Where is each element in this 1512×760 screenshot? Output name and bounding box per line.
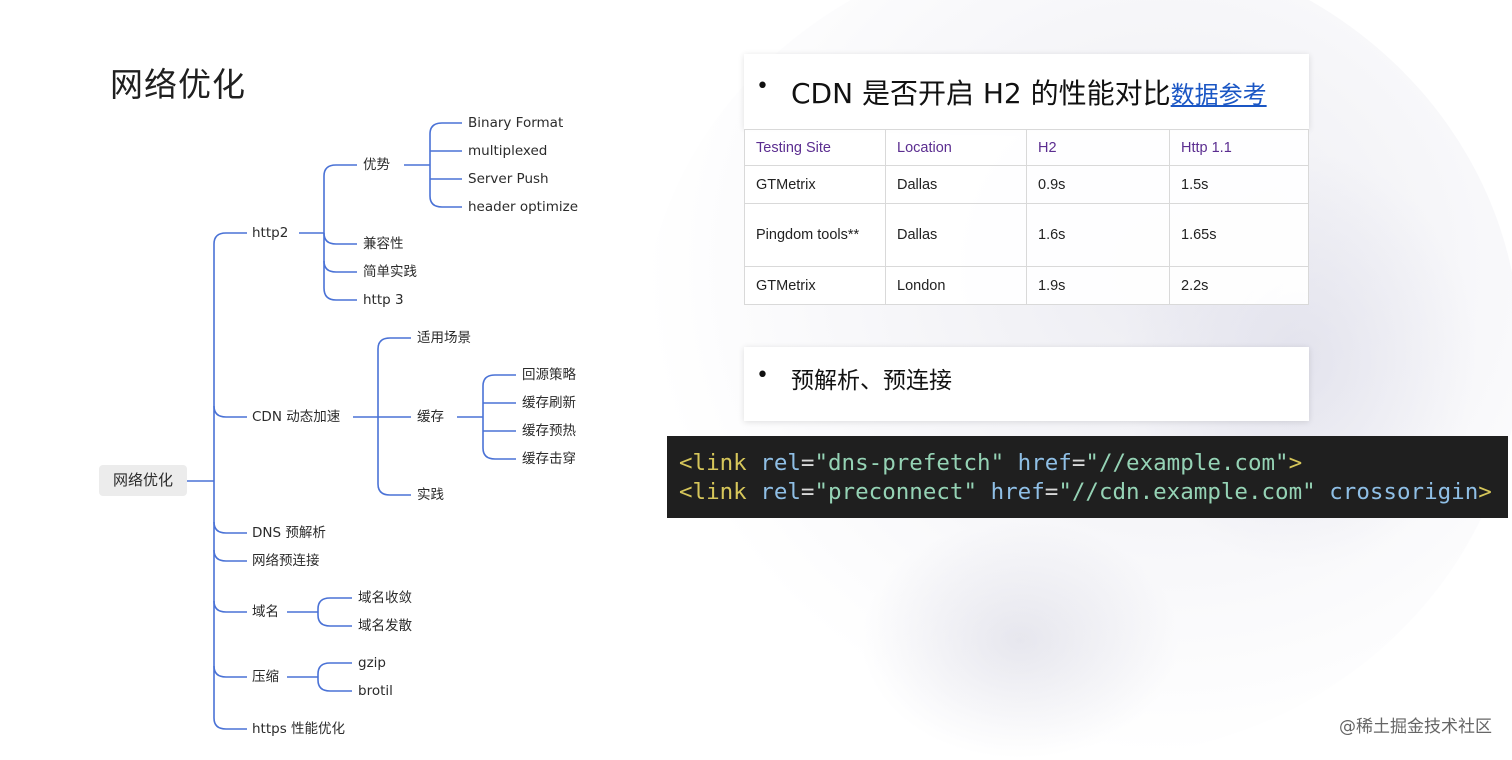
table-cell: GTMetrix — [744, 165, 886, 204]
mindmap-leaf: 兼容性 — [363, 236, 404, 252]
code-token: crossorigin — [1329, 479, 1479, 505]
table-header-cell: Http 1.1 — [1169, 129, 1309, 166]
mindmap-lines — [187, 122, 516, 730]
code-token: "preconnect" — [814, 479, 978, 505]
table-cell: 2.2s — [1169, 266, 1309, 305]
mindmap-node-domain: 域名 — [252, 604, 279, 620]
mindmap-node-cdn: CDN 动态加速 — [252, 409, 341, 425]
mindmap-node-preconnect: 网络预连接 — [252, 553, 320, 569]
code-token: > — [1478, 479, 1492, 505]
code-token: = — [1044, 479, 1059, 505]
table-header-cell: Testing Site — [744, 129, 886, 166]
table-cell: 1.5s — [1169, 165, 1309, 204]
table-cell: Dallas — [885, 165, 1027, 204]
mindmap-leaf: 缓存击穿 — [522, 451, 576, 467]
mindmap-leaf: 域名收敛 — [358, 590, 412, 606]
mindmap-leaf: 缓存预热 — [522, 423, 576, 439]
mindmap-node-http2: http2 — [252, 225, 289, 241]
mindmap-leaf: gzip — [358, 655, 386, 671]
background-decoration — [860, 520, 1180, 760]
table-row: GTMetrix Dallas 0.9s 1.5s — [744, 165, 1309, 204]
code-token: = — [1071, 450, 1086, 476]
mindmap-node-cache: 缓存 — [417, 409, 444, 425]
table-header-row: Testing Site Location H2 Http 1.1 — [744, 129, 1309, 166]
mindmap-leaf: 回源策略 — [522, 367, 576, 383]
mindmap-node-https: https 性能优化 — [252, 721, 346, 737]
mindmap-node-advantage: 优势 — [363, 157, 390, 173]
mindmap-leaf: Server Push — [468, 171, 549, 187]
mindmap-leaf: brotil — [358, 683, 393, 699]
mindmap-node-dns: DNS 预解析 — [252, 525, 326, 541]
mindmap-root: 网络优化 — [99, 465, 187, 496]
code-token: > — [1288, 450, 1303, 476]
table-cell: Dallas — [885, 203, 1027, 267]
table-row: Pingdom tools** Dallas 1.6s 1.65s — [744, 203, 1309, 267]
table-cell: 1.6s — [1026, 203, 1170, 267]
code-line: <link rel="preconnect" href="//cdn.examp… — [679, 478, 1508, 507]
code-token: href — [1017, 450, 1072, 476]
bullet-icon: • — [756, 363, 769, 388]
code-token: "dns-prefetch" — [814, 450, 1005, 476]
bullet-icon: • — [756, 74, 769, 99]
table-cell: GTMetrix — [744, 266, 886, 305]
table-header-cell: H2 — [1026, 129, 1170, 166]
mindmap-leaf: header optimize — [468, 199, 579, 215]
table-row: GTMetrix London 1.9s 2.2s — [744, 266, 1309, 305]
code-token: href — [990, 479, 1045, 505]
cdn-compare-heading-text: CDN 是否开启 H2 的性能对比 — [791, 77, 1171, 110]
table-cell: Pingdom tools** — [744, 203, 886, 267]
prefetch-card: • 预解析、预连接 — [744, 347, 1309, 421]
mindmap-leaf: 简单实践 — [363, 264, 417, 280]
prefetch-heading: 预解析、预连接 — [791, 368, 952, 394]
data-reference-link[interactable]: 数据参考 — [1171, 81, 1267, 109]
code-token: "//example.com" — [1085, 450, 1289, 476]
code-token: <link — [679, 479, 747, 505]
mindmap-leaf: 缓存刷新 — [522, 395, 576, 411]
code-token: "//cdn.example.com" — [1058, 479, 1316, 505]
table-cell: 1.9s — [1026, 266, 1170, 305]
code-token: <link — [679, 450, 747, 476]
code-token: = — [800, 479, 815, 505]
mindmap-leaf: http 3 — [363, 292, 404, 308]
cdn-compare-heading: CDN 是否开启 H2 的性能对比数据参考 — [791, 72, 1267, 112]
mindmap-leaf: Binary Format — [468, 115, 564, 131]
code-token: rel — [760, 479, 801, 505]
mindmap-leaf: multiplexed — [468, 143, 548, 159]
code-token: = — [800, 450, 815, 476]
table-cell: 1.65s — [1169, 203, 1309, 267]
table-header-cell: Location — [885, 129, 1027, 166]
code-block: <link rel="dns-prefetch" href="//example… — [667, 436, 1508, 518]
mindmap-leaf: 域名发散 — [358, 618, 412, 634]
mindmap-leaf: 实践 — [417, 487, 444, 503]
site-watermark: @稀土掘金技术社区 — [1339, 717, 1492, 737]
table-cell: London — [885, 266, 1027, 305]
cdn-compare-card: • CDN 是否开启 H2 的性能对比数据参考 — [744, 54, 1309, 129]
code-token: rel — [760, 450, 801, 476]
cdn-compare-table: Testing Site Location H2 Http 1.1 GTMetr… — [744, 129, 1309, 305]
mindmap-node-compress: 压缩 — [252, 669, 279, 685]
mindmap-leaf: 适用场景 — [417, 330, 471, 346]
code-line: <link rel="dns-prefetch" href="//example… — [679, 449, 1508, 478]
table-cell: 0.9s — [1026, 165, 1170, 204]
